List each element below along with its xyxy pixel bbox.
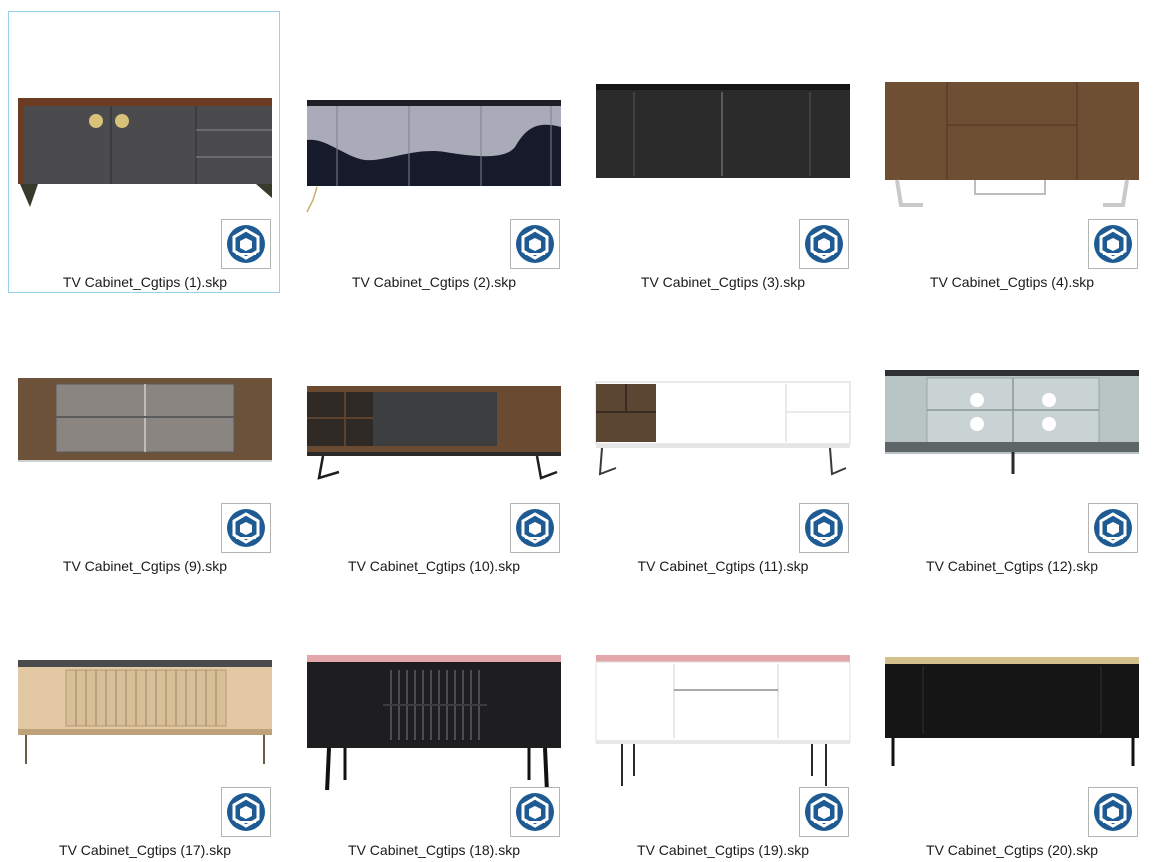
file-name: TV Cabinet_Cgtips (18).skp [348, 842, 520, 858]
file-name: TV Cabinet_Cgtips (17).skp [59, 842, 231, 858]
file-tile-20[interactable]: TV Cabinet_Cgtips (20).skp [875, 579, 1147, 861]
sketchup-file-icon [799, 787, 849, 837]
sketchup-file-icon [221, 787, 271, 837]
sketchup-file-icon [799, 503, 849, 553]
sketchup-file-icon [221, 219, 271, 269]
file-thumbnail [883, 580, 1141, 790]
file-thumbnail [305, 12, 563, 222]
file-name: TV Cabinet_Cgtips (10).skp [348, 558, 520, 574]
file-thumbnail [594, 296, 852, 506]
file-thumbnail [305, 580, 563, 790]
file-thumbnail [883, 12, 1141, 222]
file-thumbnail [16, 580, 274, 790]
file-name: TV Cabinet_Cgtips (20).skp [926, 842, 1098, 858]
file-name: TV Cabinet_Cgtips (12).skp [926, 558, 1098, 574]
file-tile-18[interactable]: TV Cabinet_Cgtips (18).skp [297, 579, 569, 861]
sketchup-file-icon [1088, 787, 1138, 837]
file-grid: TV Cabinet_Cgtips (1).skp TV Cabinet_Cgt… [0, 0, 1157, 862]
file-tile-12[interactable]: TV Cabinet_Cgtips (12).skp [875, 295, 1147, 577]
file-tile-1[interactable]: TV Cabinet_Cgtips (1).skp [8, 11, 280, 293]
file-thumbnail [883, 296, 1141, 506]
file-name: TV Cabinet_Cgtips (9).skp [62, 558, 228, 574]
file-name: TV Cabinet_Cgtips (1).skp [62, 274, 228, 290]
sketchup-file-icon [1088, 219, 1138, 269]
file-name: TV Cabinet_Cgtips (3).skp [640, 274, 806, 290]
file-thumbnail [594, 580, 852, 790]
sketchup-file-icon [510, 503, 560, 553]
file-thumbnail [16, 12, 274, 222]
file-tile-17[interactable]: TV Cabinet_Cgtips (17).skp [8, 579, 280, 861]
file-tile-4[interactable]: TV Cabinet_Cgtips (4).skp [875, 11, 1147, 293]
file-tile-10[interactable]: TV Cabinet_Cgtips (10).skp [297, 295, 569, 577]
file-name: TV Cabinet_Cgtips (11).skp [637, 558, 809, 574]
file-thumbnail [594, 12, 852, 222]
sketchup-file-icon [510, 219, 560, 269]
file-tile-2[interactable]: TV Cabinet_Cgtips (2).skp [297, 11, 569, 293]
sketchup-file-icon [799, 219, 849, 269]
file-name: TV Cabinet_Cgtips (4).skp [929, 274, 1095, 290]
file-thumbnail [16, 296, 274, 506]
sketchup-file-icon [1088, 503, 1138, 553]
file-tile-3[interactable]: TV Cabinet_Cgtips (3).skp [586, 11, 858, 293]
sketchup-file-icon [221, 503, 271, 553]
sketchup-file-icon [510, 787, 560, 837]
file-thumbnail [305, 296, 563, 506]
file-tile-11[interactable]: TV Cabinet_Cgtips (11).skp [586, 295, 858, 577]
file-tile-19[interactable]: TV Cabinet_Cgtips (19).skp [586, 579, 858, 861]
file-tile-9[interactable]: TV Cabinet_Cgtips (9).skp [8, 295, 280, 577]
file-name: TV Cabinet_Cgtips (2).skp [351, 274, 517, 290]
file-name: TV Cabinet_Cgtips (19).skp [637, 842, 809, 858]
